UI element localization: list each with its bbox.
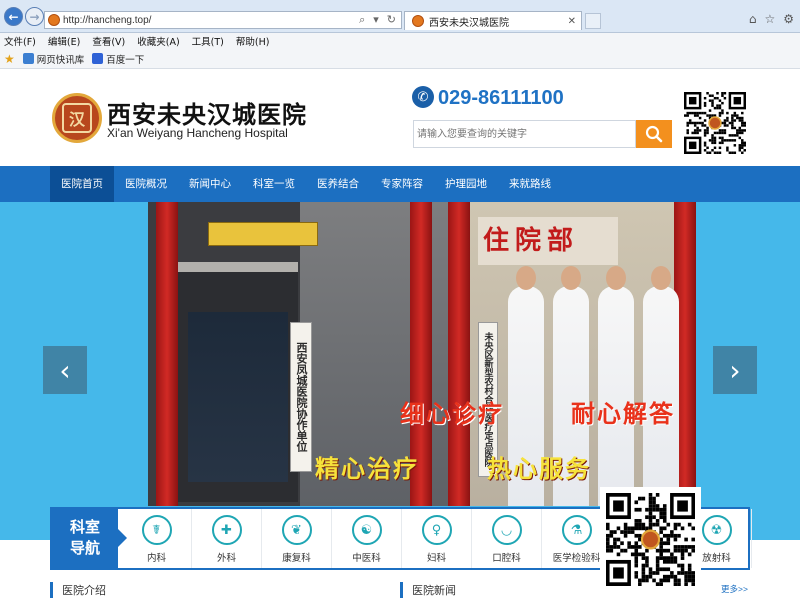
department-label: 口腔科: [492, 553, 521, 564]
microscope-icon: ⚗: [561, 515, 592, 545]
site-name-en: Xi'an Weiyang Hancheng Hospital: [107, 126, 288, 140]
web-slice-icon: [22, 53, 34, 64]
site-name-cn: 西安未央汉城医院: [107, 101, 307, 129]
department-item[interactable]: ♀ 妇科: [402, 509, 472, 568]
department-item[interactable]: ◡ 口腔科: [472, 509, 542, 568]
nav-home[interactable]: 医院首页: [50, 166, 114, 202]
menu-file[interactable]: 文件(F): [4, 34, 36, 48]
browser-tab[interactable]: 西安未央汉城医院 ✕: [404, 11, 582, 30]
search-icon: [645, 125, 663, 143]
banner-photo: 西安凤城医院协作单位 住院部 未央区新型农村合作医疗定点医院: [148, 202, 696, 506]
dropdown-icon[interactable]: ▾: [373, 13, 379, 27]
favorites-star-icon[interactable]: ★: [4, 52, 15, 66]
url-text[interactable]: http://hancheng.top/: [63, 15, 151, 26]
department-label: 妇科: [426, 553, 446, 564]
department-label: 康复科: [282, 553, 311, 564]
female-icon: ♀: [421, 515, 452, 545]
nav-experts[interactable]: 专家阵容: [370, 166, 434, 202]
search-input[interactable]: [413, 120, 636, 148]
gear-icon[interactable]: ⚙: [783, 12, 794, 26]
qr-code-header: [684, 92, 746, 154]
leaf-icon: ❦: [281, 515, 312, 545]
gold-plaques: [208, 222, 318, 246]
news-section-header: 医院新闻: [400, 580, 456, 600]
home-icon[interactable]: ⌂: [749, 12, 757, 26]
department-label: 放射科: [702, 553, 731, 564]
phone-number: 029-86111100: [438, 87, 564, 109]
slogan-text: 热心服务: [487, 454, 591, 483]
department-item[interactable]: ❦ 康复科: [262, 509, 332, 568]
search-button[interactable]: [636, 120, 672, 148]
floating-qr-panel[interactable]: [600, 487, 701, 592]
nav-overview[interactable]: 医院概况: [114, 166, 178, 202]
main-nav: 医院首页 医院概况 新闻中心 科室一览 医养结合 专家阵容 护理园地 来就路线: [0, 166, 800, 202]
slogan-text: 精心治疗: [315, 454, 419, 483]
browser-address-bar: ← → http://hancheng.top/ ⌕ ▾ ↻ 西安未央汉城医院 …: [0, 0, 800, 33]
close-tab-icon[interactable]: ✕: [568, 16, 576, 27]
nav-departments[interactable]: 科室一览: [242, 166, 306, 202]
forward-button[interactable]: →: [25, 7, 44, 26]
menu-help[interactable]: 帮助(H): [236, 34, 270, 48]
radiation-icon: ☢: [701, 515, 732, 545]
surgery-icon: ✚: [211, 515, 242, 545]
url-field[interactable]: http://hancheng.top/ ⌕ ▾ ↻: [44, 11, 402, 29]
ward-sign: 住院部: [483, 226, 580, 256]
refresh-icon[interactable]: ↻: [387, 13, 396, 27]
menu-view[interactable]: 查看(V): [92, 34, 125, 48]
menu-bar: 文件(F) 编辑(E) 查看(V) 收藏夹(A) 工具(T) 帮助(H): [0, 33, 800, 49]
cooperation-sign: 西安凤城医院协作单位: [290, 322, 312, 472]
star-icon[interactable]: ☆: [764, 12, 775, 26]
herb-icon: ☯: [351, 515, 382, 545]
nav-nursing[interactable]: 护理园地: [434, 166, 498, 202]
nav-directions[interactable]: 来就路线: [498, 166, 562, 202]
department-nav-label: 科室 导航: [52, 509, 118, 568]
chevron-left-icon: ‹: [59, 353, 71, 387]
qr-code-floating: [606, 493, 695, 586]
entrance-door: [188, 312, 288, 482]
department-label: 医学检验科: [552, 553, 601, 564]
department-item[interactable]: ✚ 外科: [192, 509, 262, 568]
menu-favorites[interactable]: 收藏夹(A): [137, 34, 179, 48]
tab-title: 西安未央汉城医院: [429, 17, 509, 29]
slogan-text: 细心诊疗: [400, 399, 504, 428]
search-icon[interactable]: ⌕: [359, 13, 365, 27]
menu-edit[interactable]: 编辑(E): [48, 34, 80, 48]
department-label: 内科: [146, 553, 166, 564]
department-item[interactable]: ☤ 内科: [122, 509, 192, 568]
menu-tools[interactable]: 工具(T): [192, 34, 224, 48]
chevron-right-icon: ›: [729, 353, 741, 387]
nav-news[interactable]: 新闻中心: [178, 166, 242, 202]
favorite-link-slices[interactable]: 网页快讯库: [22, 52, 85, 66]
tab-favicon-icon: [412, 15, 424, 27]
banner-prev-button[interactable]: ‹: [43, 346, 87, 394]
site-favicon-icon: [48, 14, 60, 26]
news-more-link[interactable]: 更多>>: [721, 583, 748, 595]
nav-elderly-care[interactable]: 医养结合: [306, 166, 370, 202]
section-title[interactable]: 医院新闻: [412, 582, 456, 598]
back-button[interactable]: ←: [4, 7, 23, 26]
favorites-bar: ★ 网页快讯库 百度一下: [0, 49, 800, 69]
hospital-logo[interactable]: 汉: [52, 93, 102, 143]
new-tab-button[interactable]: [585, 13, 601, 29]
department-label: 中医科: [352, 553, 381, 564]
slogan-text: 耐心解答: [571, 399, 675, 428]
phone-icon: ✆: [412, 86, 434, 108]
logo-emblem-icon: 汉: [62, 103, 92, 133]
tooth-icon: ◡: [491, 515, 522, 545]
department-item[interactable]: ☯ 中医科: [332, 509, 402, 568]
intro-section-header: 医院介绍: [50, 580, 106, 600]
site-header: 汉 西安未央汉城医院 Xi'an Weiyang Hancheng Hospit…: [0, 70, 800, 166]
favorite-label: 网页快讯库: [36, 54, 85, 66]
favorite-link-baidu[interactable]: 百度一下: [92, 52, 144, 66]
section-title[interactable]: 医院介绍: [62, 582, 106, 598]
department-label: 外科: [216, 553, 236, 564]
favorite-label: 百度一下: [106, 54, 145, 66]
stethoscope-icon: ☤: [141, 515, 172, 545]
baidu-icon: [92, 53, 104, 64]
banner-next-button[interactable]: ›: [713, 346, 757, 394]
